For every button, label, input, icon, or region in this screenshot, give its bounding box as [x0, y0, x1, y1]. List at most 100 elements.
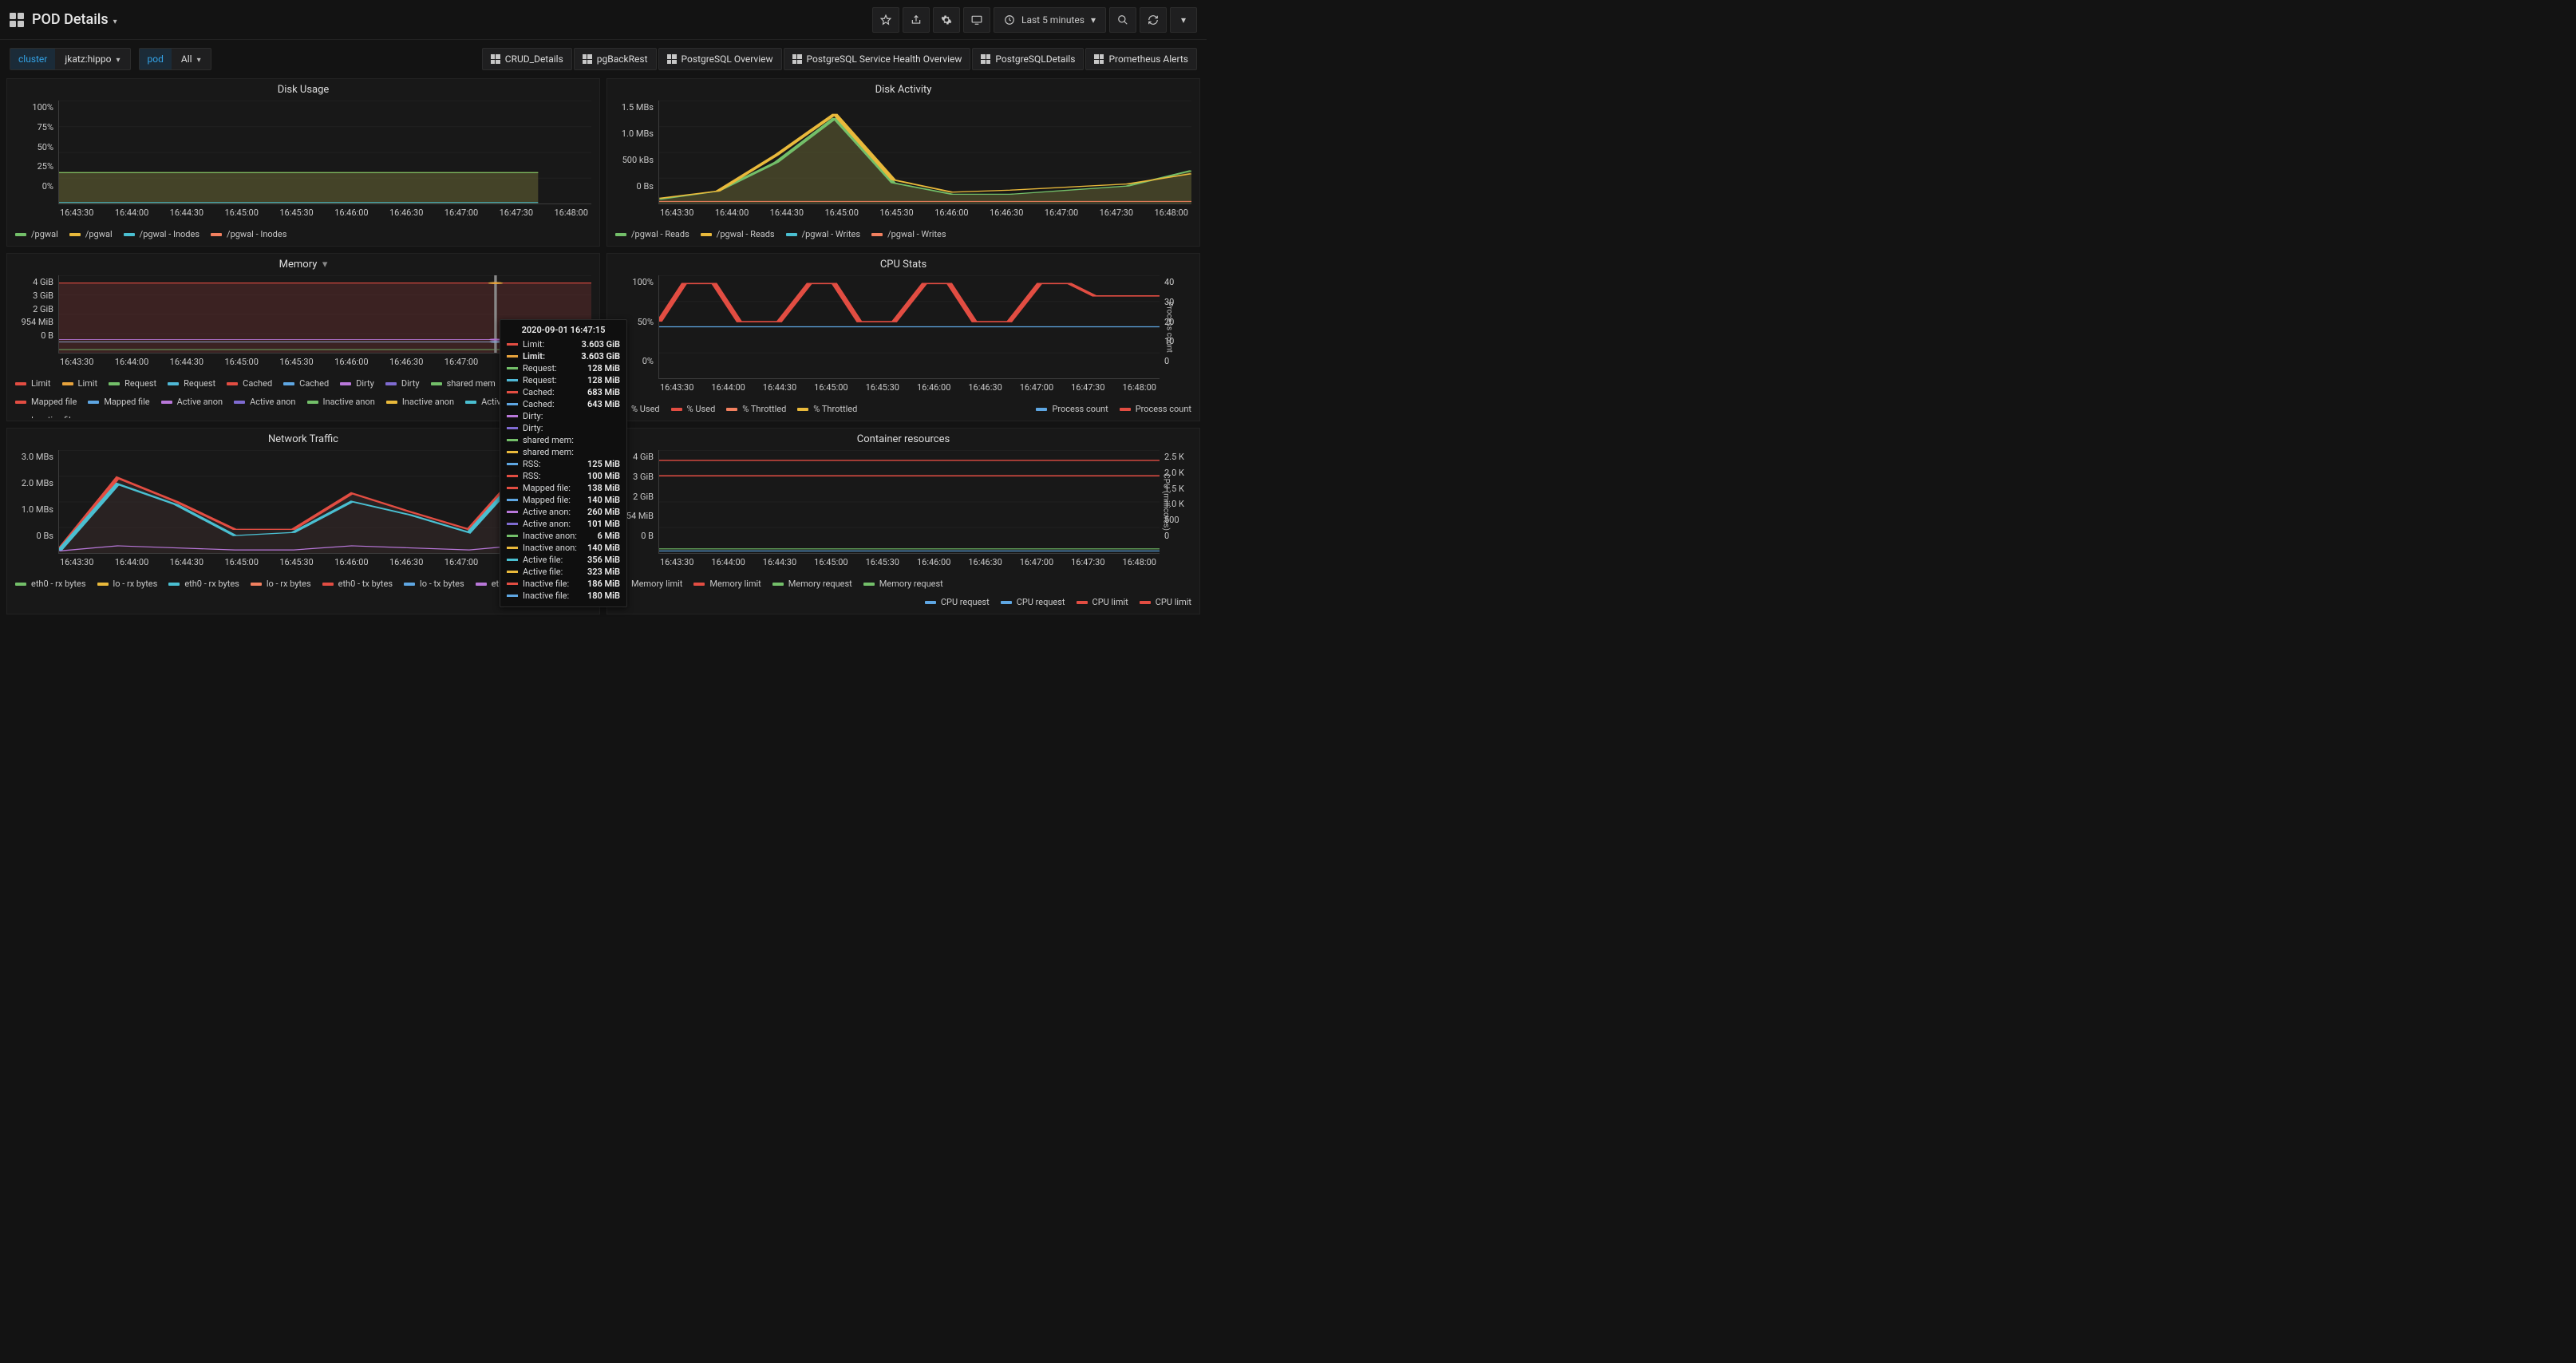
legend-item[interactable]: Request — [168, 378, 215, 389]
star-button[interactable] — [872, 7, 899, 33]
legend-item[interactable]: shared mem — [431, 378, 496, 389]
dashboard-link-label: PostgreSQL Overview — [682, 53, 773, 65]
legend-swatch — [1077, 601, 1088, 604]
tooltip-swatch — [507, 451, 518, 453]
tv-button[interactable] — [963, 7, 990, 33]
tooltip-value: 323 MiB — [587, 567, 620, 577]
tooltip-swatch — [507, 511, 518, 513]
legend-item[interactable]: lo - rx bytes — [97, 579, 158, 589]
dashboard-link[interactable]: Prometheus Alerts — [1085, 48, 1197, 70]
grid-icon — [1094, 54, 1104, 64]
tooltip-row: RSS:125 MiB — [507, 458, 620, 470]
legend-swatch — [211, 233, 222, 236]
legend-item[interactable]: lo - rx bytes — [251, 579, 311, 589]
legend-item[interactable]: Limit — [62, 378, 98, 389]
legend-item[interactable]: /pgwal - Writes — [871, 229, 946, 239]
plot-area[interactable] — [658, 275, 1160, 379]
legend-item[interactable]: eth0 - rx bytes — [15, 579, 86, 589]
legend-swatch — [15, 401, 26, 404]
legend-label: % Used — [687, 404, 716, 414]
panel-disk-usage[interactable]: Disk Usage 100%75%50%25%0% 16:43:3016:44… — [6, 78, 600, 247]
tooltip-label: Inactive file: — [523, 591, 569, 601]
filters-row: cluster jkatz:hippo pod All CRUD_Details… — [0, 40, 1207, 78]
share-button[interactable] — [903, 7, 930, 33]
settings-button[interactable] — [933, 7, 960, 33]
refresh-interval-button[interactable]: ▾ — [1170, 7, 1197, 33]
legend-item[interactable]: Dirty — [340, 378, 374, 389]
dashboard-link[interactable]: PostgreSQL Service Health Overview — [784, 48, 971, 70]
legend-item[interactable]: CPU request — [1001, 597, 1065, 607]
legend-label: /pgwal - Reads — [631, 229, 689, 239]
legend-swatch — [701, 233, 712, 236]
legend-swatch — [385, 382, 397, 385]
tooltip-row: Active anon:260 MiB — [507, 506, 620, 518]
dashboard-link-label: pgBackRest — [597, 53, 648, 65]
refresh-button[interactable] — [1140, 7, 1167, 33]
legend-swatch — [465, 401, 476, 404]
grid-icon — [981, 54, 990, 64]
dashboard-link[interactable]: PostgreSQL Overview — [658, 48, 782, 70]
legend-item[interactable]: Mapped file — [88, 397, 149, 407]
tooltip-row: RSS:100 MiB — [507, 470, 620, 482]
legend-item[interactable]: Memory request — [863, 579, 943, 589]
legend-item[interactable]: /pgwal - Inodes — [211, 229, 286, 239]
panel-title: CPU Stats — [607, 254, 1199, 275]
legend-item[interactable]: /pgwal — [69, 229, 113, 239]
legend-item[interactable]: Inactive anon — [386, 397, 454, 407]
plot-area[interactable] — [658, 450, 1160, 554]
panel-container-resources[interactable]: Container resources 4 GiB3 GiB2 GiB954 M… — [606, 428, 1200, 614]
dashboard-link[interactable]: pgBackRest — [574, 48, 657, 70]
yaxis-left: 100%75%50%25%0% — [15, 101, 58, 204]
legend-item[interactable]: Active anon — [161, 397, 223, 407]
dashboard-grid-icon[interactable] — [10, 13, 24, 27]
legend-item[interactable]: Process count — [1120, 404, 1191, 414]
legend-item[interactable]: % Throttled — [797, 404, 857, 414]
legend-item[interactable]: Inactive anon — [307, 397, 375, 407]
tooltip-label: Inactive file: — [523, 579, 569, 589]
pod-variable[interactable]: pod All — [139, 48, 211, 70]
legend-label: /pgwal - Inodes — [140, 229, 200, 239]
legend-item[interactable]: Dirty — [385, 378, 420, 389]
panel-disk-activity[interactable]: Disk Activity 1.5 MBs1.0 MBs500 kBs0 Bs … — [606, 78, 1200, 247]
chevron-down-icon[interactable]: ▾ — [322, 259, 328, 271]
legend-item[interactable]: Limit — [15, 378, 51, 389]
cluster-variable[interactable]: cluster jkatz:hippo — [10, 48, 131, 70]
legend-item[interactable]: % Throttled — [726, 404, 786, 414]
plot-area[interactable] — [58, 101, 591, 204]
legend-item[interactable]: Cached — [283, 378, 329, 389]
legend: /pgwal - Reads/pgwal - Reads/pgwal - Wri… — [607, 223, 1199, 246]
legend-item[interactable]: /pgwal - Writes — [786, 229, 860, 239]
legend-item[interactable]: lo - tx bytes — [404, 579, 464, 589]
panel-cpu-stats[interactable]: CPU Stats 100%50%0% 403020100 Process co… — [606, 253, 1200, 421]
legend-item[interactable]: /pgwal — [15, 229, 58, 239]
legend-item[interactable]: Active anon — [234, 397, 295, 407]
legend-item[interactable]: eth0 - tx bytes — [322, 579, 393, 589]
legend-item[interactable]: Process count — [1036, 404, 1108, 414]
legend-item[interactable]: /pgwal - Reads — [701, 229, 775, 239]
legend-item[interactable]: /pgwal - Reads — [615, 229, 689, 239]
time-range-button[interactable]: Last 5 minutes ▾ — [994, 7, 1106, 33]
dashboard-link[interactable]: CRUD_Details — [482, 48, 572, 70]
legend-item[interactable]: eth0 - rx bytes — [168, 579, 239, 589]
legend-item[interactable]: /pgwal - Inodes — [124, 229, 200, 239]
legend-swatch — [1140, 601, 1151, 604]
legend-swatch — [15, 583, 26, 586]
legend-item[interactable]: Inactive file — [15, 415, 76, 418]
dashboard-link[interactable]: PostgreSQLDetails — [972, 48, 1084, 70]
legend-item[interactable]: CPU request — [925, 597, 990, 607]
legend-item[interactable]: Mapped file — [15, 397, 77, 407]
tooltip-label: Inactive anon: — [523, 531, 577, 541]
legend-item[interactable]: Cached — [227, 378, 272, 389]
tooltip-value: 140 MiB — [587, 495, 620, 505]
legend-item[interactable]: Request — [109, 378, 156, 389]
tooltip-swatch — [507, 547, 518, 549]
legend-item[interactable]: % Used — [671, 404, 716, 414]
legend-item[interactable]: Memory request — [772, 579, 852, 589]
zoom-out-button[interactable] — [1109, 7, 1136, 33]
legend-item[interactable]: CPU limit — [1077, 597, 1128, 607]
legend-item[interactable]: Memory limit — [693, 579, 761, 589]
legend-item[interactable]: CPU limit — [1140, 597, 1191, 607]
dashboard-title[interactable]: POD Details — [32, 11, 117, 28]
tooltip-row: shared mem: — [507, 434, 620, 446]
plot-area[interactable] — [658, 101, 1191, 204]
